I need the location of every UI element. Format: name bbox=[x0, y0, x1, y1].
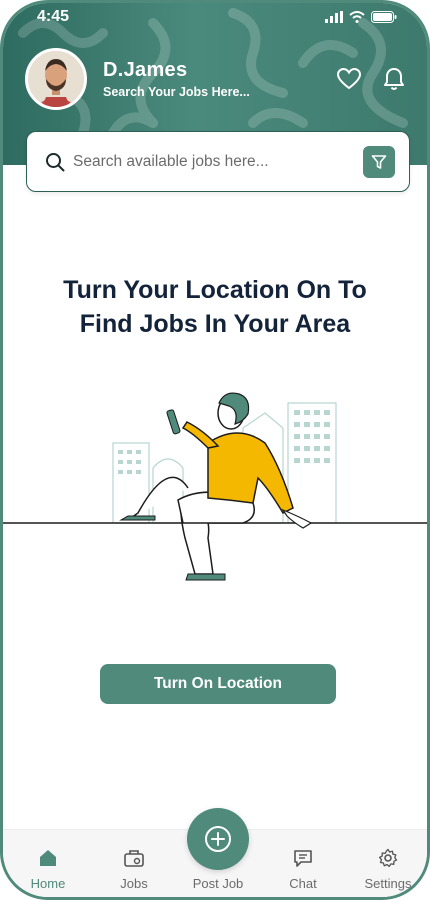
notifications-button[interactable] bbox=[383, 67, 405, 91]
filter-button[interactable] bbox=[363, 145, 395, 178]
bell-icon bbox=[384, 68, 404, 90]
status-time: 4:45 bbox=[37, 8, 70, 25]
post-job-button[interactable] bbox=[187, 808, 249, 870]
nav-label-jobs: Jobs bbox=[120, 876, 148, 891]
avatar-image bbox=[28, 51, 84, 107]
user-text: D.James Search Your Jobs Here... bbox=[103, 59, 337, 99]
location-illustration bbox=[3, 392, 427, 581]
nav-label-post-job: Post Job bbox=[192, 876, 244, 891]
filter-icon bbox=[371, 154, 387, 169]
header-actions bbox=[337, 67, 405, 91]
nav-item-chat[interactable]: Chat bbox=[268, 848, 338, 891]
nav-item-settings[interactable]: Settings bbox=[353, 848, 423, 891]
home-icon bbox=[13, 848, 83, 872]
profile-row: D.James Search Your Jobs Here... bbox=[25, 47, 405, 111]
user-name: D.James bbox=[103, 59, 188, 81]
user-subtitle: Search Your Jobs Here... bbox=[103, 85, 250, 99]
turn-on-location-button[interactable]: Turn On Location bbox=[100, 664, 336, 704]
briefcase-icon bbox=[99, 848, 169, 872]
gear-icon bbox=[353, 848, 423, 872]
nav-item-home[interactable]: Home bbox=[13, 848, 83, 891]
search-bar bbox=[26, 131, 410, 192]
nav-label-home: Home bbox=[30, 876, 66, 891]
headline-line-2: Find Jobs In Your Area bbox=[79, 310, 351, 338]
status-icons bbox=[325, 11, 397, 23]
page-title: Turn Your Location On To Find Jobs In Yo… bbox=[23, 273, 407, 341]
status-bar: 4:45 bbox=[3, 3, 427, 31]
headline-line-1: Turn Your Location On To bbox=[63, 276, 367, 304]
heart-icon bbox=[337, 68, 361, 90]
chat-icon bbox=[268, 848, 338, 872]
phone-frame: 4:45 D.James Search Your Jobs Here... Se… bbox=[0, 0, 430, 900]
wifi-icon bbox=[349, 11, 365, 23]
nav-item-jobs[interactable]: Jobs bbox=[99, 848, 169, 891]
nav-label-chat: Chat bbox=[289, 876, 317, 891]
avatar[interactable] bbox=[25, 48, 87, 110]
signal-icon bbox=[325, 11, 343, 23]
search-icon bbox=[46, 152, 65, 171]
search-input[interactable] bbox=[73, 152, 363, 171]
plus-circle-icon bbox=[205, 826, 231, 852]
battery-icon bbox=[371, 11, 397, 23]
favorites-button[interactable] bbox=[337, 68, 361, 90]
nav-label-settings: Settings bbox=[364, 876, 412, 891]
